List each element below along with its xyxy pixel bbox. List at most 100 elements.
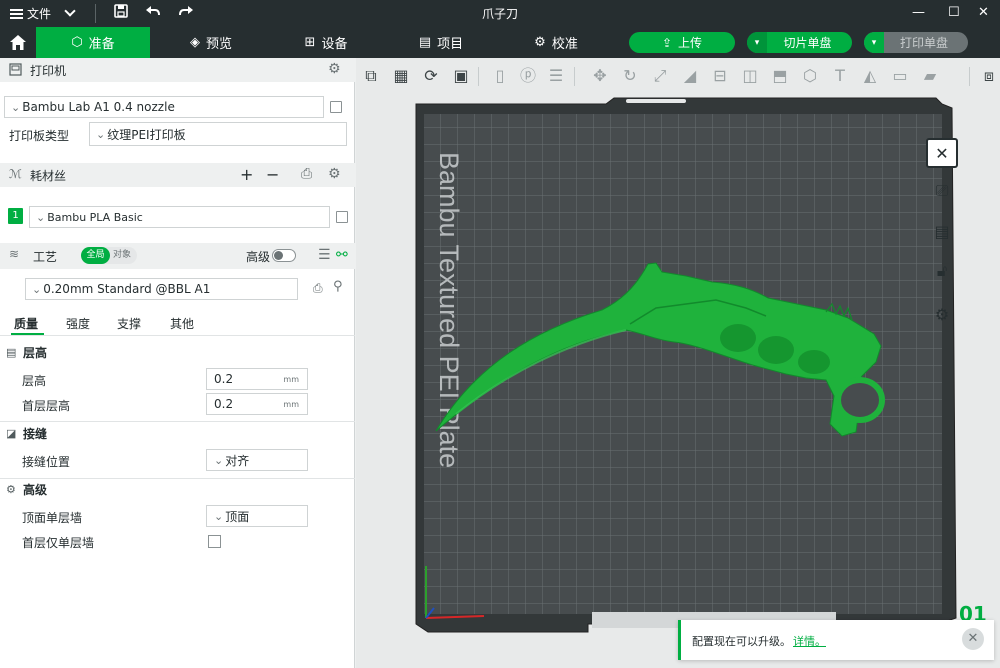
tab-prepare[interactable]: ⬡ 准备 xyxy=(36,27,150,58)
upload-button[interactable]: ⇪ 上传 xyxy=(629,32,735,53)
arrange-plate-button[interactable]: ▤ xyxy=(926,216,958,246)
support-paint-icon[interactable]: ⬡ xyxy=(799,65,821,87)
chevron-down-icon[interactable]: ▾ xyxy=(747,32,767,53)
arrange-icon[interactable]: ▣ xyxy=(450,65,472,87)
chevron-down-icon: ⌄ xyxy=(214,453,224,467)
advanced-toggle[interactable] xyxy=(272,249,296,262)
first-layer-height-value: 0.2 xyxy=(214,397,234,411)
text-icon[interactable]: T xyxy=(829,65,851,87)
assemble-icon[interactable]: ▰ xyxy=(919,65,941,87)
view-icon[interactable]: ⧈ xyxy=(978,65,1000,87)
chevron-down-icon[interactable]: ▾ xyxy=(864,32,884,53)
cut-icon[interactable]: ⊟ xyxy=(709,65,731,87)
seam-group-title: 接缝 xyxy=(23,426,48,441)
title-bar: 文件 爪子刀 — ☐ ✕ xyxy=(0,0,1000,27)
tab-project[interactable]: ▤ 项目 xyxy=(395,27,487,58)
printer-preset-select[interactable]: ⌄ Bambu Lab A1 0.4 nozzle xyxy=(4,96,324,118)
filament-preset-select[interactable]: ⌄ Bambu PLA Basic xyxy=(29,206,330,228)
auto-orient-icon[interactable]: ⟳ xyxy=(420,65,442,87)
print-plate-button[interactable]: ▾ 打印单盘 xyxy=(864,32,968,53)
compare-icon[interactable]: ⚯ xyxy=(336,247,348,263)
remove-filament-button[interactable]: − xyxy=(266,165,279,184)
subtab-quality[interactable]: 质量 xyxy=(14,315,38,332)
lock-plate-button[interactable]: 🔓︎ xyxy=(926,256,958,286)
seam-position-value: 对齐 xyxy=(225,453,250,468)
printer-preset-value: Bambu Lab A1 0.4 nozzle xyxy=(22,100,175,114)
close-window-button[interactable]: ✕ xyxy=(978,4,989,22)
seam-icon: ◪ xyxy=(6,426,17,440)
subtab-other[interactable]: 其他 xyxy=(170,315,194,332)
maximize-button[interactable]: ☐ xyxy=(948,4,960,22)
gear-icon[interactable]: ⚙ xyxy=(328,61,341,77)
minimize-button[interactable]: — xyxy=(912,4,925,22)
home-button[interactable] xyxy=(0,27,36,58)
move-icon[interactable]: ✥ xyxy=(589,65,611,87)
process-preset-select[interactable]: ⌄ 0.20mm Standard @BBL A1 xyxy=(25,278,298,300)
toolbar-separator xyxy=(969,67,970,86)
layers-list-icon[interactable]: ☰ xyxy=(545,65,567,87)
first-layer-single-wall-label: 首层仅单层墙 xyxy=(22,536,95,550)
filament-icon: ℳ xyxy=(9,167,22,181)
tab-label: 设备 xyxy=(321,37,348,52)
sync-icon[interactable]: ⎙ xyxy=(301,166,312,182)
tab-calibrate[interactable]: ⚙ 校准 xyxy=(510,27,602,58)
advanced-label: 高级 xyxy=(246,249,271,264)
group-divider xyxy=(0,421,355,422)
filament-slot-badge[interactable]: 1 xyxy=(8,208,23,224)
seam-position-label: 接缝位置 xyxy=(22,455,71,469)
first-layer-single-wall-checkbox[interactable] xyxy=(208,535,221,548)
add-filament-button[interactable]: + xyxy=(240,165,253,184)
boolean-icon[interactable]: ◫ xyxy=(739,65,761,87)
top-single-wall-label: 顶面单层墙 xyxy=(22,511,83,525)
close-plate-button[interactable]: ✕ xyxy=(926,138,958,168)
slice-plate-button[interactable]: ▾ 切片单盘 xyxy=(747,32,852,53)
measure-icon[interactable]: ▭ xyxy=(889,65,911,87)
first-layer-height-input[interactable]: 0.2 mm xyxy=(206,393,308,415)
layer-height-input[interactable]: 0.2 mm xyxy=(206,368,308,390)
home-icon xyxy=(10,35,26,50)
lay-on-face-icon[interactable]: ◢ xyxy=(679,65,701,87)
plate-type-value: 纹理PEI打印板 xyxy=(107,127,186,142)
gear-icon[interactable]: ⚙ xyxy=(328,166,341,182)
plate-handle xyxy=(626,99,686,103)
list-icon[interactable]: ☰ xyxy=(318,247,331,263)
tab-device[interactable]: ⊞ 设备 xyxy=(280,27,372,58)
add-object-icon[interactable]: ⧉ xyxy=(360,65,382,87)
rotate-icon[interactable]: ↻ xyxy=(619,65,641,87)
grid-icon[interactable]: ▦ xyxy=(390,65,412,87)
auto-orient-plate-button[interactable]: ⎚ xyxy=(926,176,958,206)
layers-icon: ◈ xyxy=(189,35,200,50)
paint-bucket-icon[interactable]: ◭ xyxy=(859,65,881,87)
main-tab-bar: ⬡ 准备 ◈ 预览 ⊞ 设备 ▤ 项目 ⚙ 校准 ⇪ 上传 ▾ 切片单盘 ▾ 打 xyxy=(0,27,1000,58)
unit-label: mm xyxy=(283,375,299,384)
toolbar-separator xyxy=(574,67,575,86)
save-icon[interactable]: ⎙ xyxy=(313,281,323,296)
build-plate-svg: Bambu Textured PEI Plate xyxy=(415,97,957,633)
global-object-toggle[interactable]: 全局 对象 xyxy=(81,247,137,264)
plate-p-icon[interactable]: ⓟ xyxy=(517,65,539,87)
search-icon[interactable]: ⚲ xyxy=(333,279,343,294)
3d-viewport[interactable]: ⧉ ▦ ⟳ ▣ ▯ ⓟ ☰ ✥ ↻ ⤢ ◢ ⊟ ◫ ⬒ ⬡ T ◭ ▭ ▰ ⧈ xyxy=(356,58,1000,668)
toolbar-separator xyxy=(478,67,479,86)
layer-height-icon: ▤ xyxy=(6,345,17,359)
toggle-global-option[interactable]: 全局 xyxy=(81,247,110,264)
edit-icon[interactable] xyxy=(336,211,348,223)
plate-settings-button[interactable]: ⚙ xyxy=(926,299,958,329)
split-icon[interactable]: ⬒ xyxy=(769,65,791,87)
toggle-knob xyxy=(274,251,283,260)
tab-preview[interactable]: ◈ 预览 xyxy=(165,27,257,58)
subtab-strength[interactable]: 强度 xyxy=(66,315,90,332)
notification-details-link[interactable]: 详情。 xyxy=(793,633,826,649)
build-plate-area[interactable]: Bambu Textured PEI Plate ✕ ⎚ ▤ 🔓︎ ⚙ 01 xyxy=(356,94,1000,668)
plate-type-select[interactable]: ⌄ 纹理PEI打印板 xyxy=(89,122,347,146)
slice-label: 切片单盘 xyxy=(783,36,832,50)
seam-group-header: ◪ 接缝 xyxy=(0,425,355,441)
top-single-wall-select[interactable]: ⌄ 顶面 xyxy=(206,505,308,527)
subtab-support[interactable]: 支撑 xyxy=(117,315,141,332)
plate-icon[interactable]: ▯ xyxy=(489,65,511,87)
close-icon[interactable]: ✕ xyxy=(962,628,984,650)
scale-icon[interactable]: ⤢ xyxy=(649,65,671,87)
toggle-object-option[interactable]: 对象 xyxy=(113,247,131,264)
edit-icon[interactable] xyxy=(330,101,342,113)
seam-position-select[interactable]: ⌄ 对齐 xyxy=(206,449,308,471)
